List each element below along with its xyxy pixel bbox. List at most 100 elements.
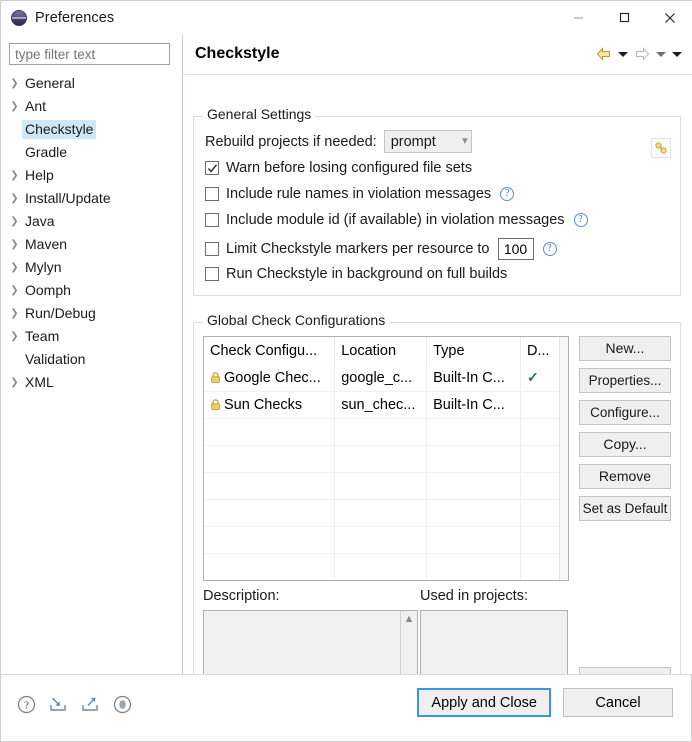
table-row-empty[interactable] xyxy=(204,418,568,446)
chevron-right-icon[interactable]: ❯ xyxy=(7,193,22,204)
sidebar-item-java[interactable]: ❯ Java xyxy=(1,210,182,233)
apply-and-close-button[interactable]: Apply and Close xyxy=(416,687,552,718)
empty-cell xyxy=(204,581,335,582)
empty-cell xyxy=(204,472,336,500)
sidebar-item-label: Team xyxy=(25,328,60,344)
bottom-bar: ? Apply and Close Cancel xyxy=(1,675,691,741)
rebuild-row: Rebuild projects if needed: prompt ▾ xyxy=(205,130,472,153)
sidebar-item-xml[interactable]: ❯ XML xyxy=(1,371,182,394)
restore-defaults-icon[interactable] xyxy=(111,693,133,715)
properties-button[interactable]: Properties... xyxy=(579,368,671,393)
copy-button[interactable]: Copy... xyxy=(579,432,671,457)
checkbox-2[interactable] xyxy=(205,213,219,227)
global-configs-group: Global Check Configurations Check Config… xyxy=(193,312,681,696)
config-name: Google Chec... xyxy=(224,369,321,386)
sidebar-item-label: Validation xyxy=(25,351,86,367)
global-configs-title: Global Check Configurations xyxy=(203,312,390,328)
configure-button[interactable]: Configure... xyxy=(579,400,671,425)
table-row-empty[interactable] xyxy=(204,445,568,473)
sidebar-item-gradle[interactable]: Gradle xyxy=(1,141,182,164)
forward-arrow-icon xyxy=(632,44,652,64)
chevron-right-icon[interactable]: ❯ xyxy=(7,101,22,112)
sidebar-item-oomph[interactable]: ❯ Oomph xyxy=(1,279,182,302)
table-row[interactable]: Google Chec... google_c... Built-In C... ✓ xyxy=(204,365,568,392)
column-header-1[interactable]: Location xyxy=(334,337,428,365)
table-row[interactable]: Sun Checks sun_chec... Built-In C... xyxy=(204,391,568,419)
config-name-cell: Google Chec... xyxy=(204,365,336,392)
rebuild-dropdown[interactable]: prompt ▾ xyxy=(383,130,472,153)
sidebar-item-maven[interactable]: ❯ Maven xyxy=(1,233,182,256)
cancel-button[interactable]: Cancel xyxy=(563,688,673,717)
column-header-2[interactable]: Type xyxy=(426,337,522,365)
window-controls xyxy=(555,1,692,34)
check-configurations-table[interactable]: Check Configu... Location Type D... Google … xyxy=(203,336,569,581)
view-menu-chevron-down-icon[interactable] xyxy=(670,44,684,64)
setting-row-0: Warn before losing configured file sets xyxy=(205,160,472,176)
help-icon[interactable]: ? xyxy=(542,242,557,256)
empty-cell xyxy=(204,499,336,527)
sidebar-item-team[interactable]: ❯ Team xyxy=(1,325,182,348)
sidebar-item-general[interactable]: ❯ General xyxy=(1,72,182,95)
filter-input[interactable] xyxy=(9,43,170,65)
empty-cell xyxy=(426,418,522,446)
checkbox-0[interactable] xyxy=(205,161,219,175)
empty-cell xyxy=(334,526,428,554)
sidebar-item-ant[interactable]: ❯ Ant xyxy=(1,95,182,118)
table-row-empty[interactable] xyxy=(204,526,568,554)
scroll-up-icon[interactable]: ▲ xyxy=(404,614,415,625)
sidebar-item-label: Mylyn xyxy=(25,259,62,275)
checkbox-1[interactable] xyxy=(205,187,219,201)
back-arrow-icon[interactable] xyxy=(594,44,614,64)
type-cell: Built-In C... xyxy=(426,391,522,419)
chevron-right-icon[interactable]: ❯ xyxy=(7,216,22,227)
rebuild-label: Rebuild projects if needed: xyxy=(205,133,377,150)
chevron-right-icon[interactable]: ❯ xyxy=(7,377,22,388)
chevron-right-icon[interactable]: ❯ xyxy=(7,285,22,296)
close-icon[interactable] xyxy=(647,1,692,34)
table-scrollbar[interactable] xyxy=(559,337,568,580)
minimize-icon[interactable] xyxy=(555,1,601,34)
chevron-right-icon[interactable]: ❯ xyxy=(7,239,22,250)
remove-button[interactable]: Remove xyxy=(579,464,671,489)
column-header-0[interactable]: Check Configu... xyxy=(204,337,336,365)
checkbox-3[interactable] xyxy=(205,242,219,256)
default-check-icon: ✓ xyxy=(527,369,539,385)
checkstyle-config-icon[interactable] xyxy=(651,138,671,158)
sidebar-item-run-debug[interactable]: ❯ Run/Debug xyxy=(1,302,182,325)
sidebar-item-label: Run/Debug xyxy=(25,305,96,321)
checkbox-4[interactable] xyxy=(205,267,219,281)
marker-limit-input[interactable]: 100 xyxy=(497,238,534,260)
import-icon[interactable] xyxy=(47,693,69,715)
table-row-empty[interactable] xyxy=(204,472,568,500)
sidebar-item-validation[interactable]: Validation xyxy=(1,348,182,371)
sidebar-item-label: Gradle xyxy=(25,144,68,160)
back-history-chevron-down-icon[interactable] xyxy=(616,44,630,64)
export-icon[interactable] xyxy=(79,693,101,715)
table-row-empty[interactable] xyxy=(204,553,568,580)
chevron-right-icon[interactable]: ❯ xyxy=(7,308,22,319)
chevron-right-icon[interactable]: ❯ xyxy=(7,262,22,273)
page-title: Checkstyle xyxy=(195,45,280,62)
empty-cell xyxy=(334,499,428,527)
checkbox-label-3: Limit Checkstyle markers per resource to xyxy=(226,241,490,257)
sidebar-item-install-update[interactable]: ❯ Install/Update xyxy=(1,187,182,210)
sidebar-item-mylyn[interactable]: ❯ Mylyn xyxy=(1,256,182,279)
general-settings-title: General Settings xyxy=(203,106,316,122)
set-as-default-button[interactable]: Set as Default xyxy=(579,496,671,521)
empty-cell xyxy=(521,581,568,582)
chevron-right-icon[interactable]: ❯ xyxy=(7,78,22,89)
forward-history-chevron-down-icon[interactable] xyxy=(654,44,668,64)
table-row-empty[interactable] xyxy=(204,499,568,527)
new-button[interactable]: New... xyxy=(579,336,671,361)
chevron-right-icon[interactable]: ❯ xyxy=(7,331,22,342)
sidebar-item-help[interactable]: ❯ Help xyxy=(1,164,182,187)
sidebar-item-checkstyle[interactable]: Checkstyle xyxy=(1,118,182,141)
table-row-empty[interactable] xyxy=(204,581,568,582)
sidebar-item-label: Oomph xyxy=(25,282,71,298)
help-icon[interactable]: ? xyxy=(15,693,37,715)
help-icon[interactable]: ? xyxy=(500,187,515,201)
config-name: Sun Checks xyxy=(224,396,303,413)
chevron-right-icon[interactable]: ❯ xyxy=(7,170,22,181)
maximize-icon[interactable] xyxy=(601,1,647,34)
help-icon[interactable]: ? xyxy=(573,213,588,227)
